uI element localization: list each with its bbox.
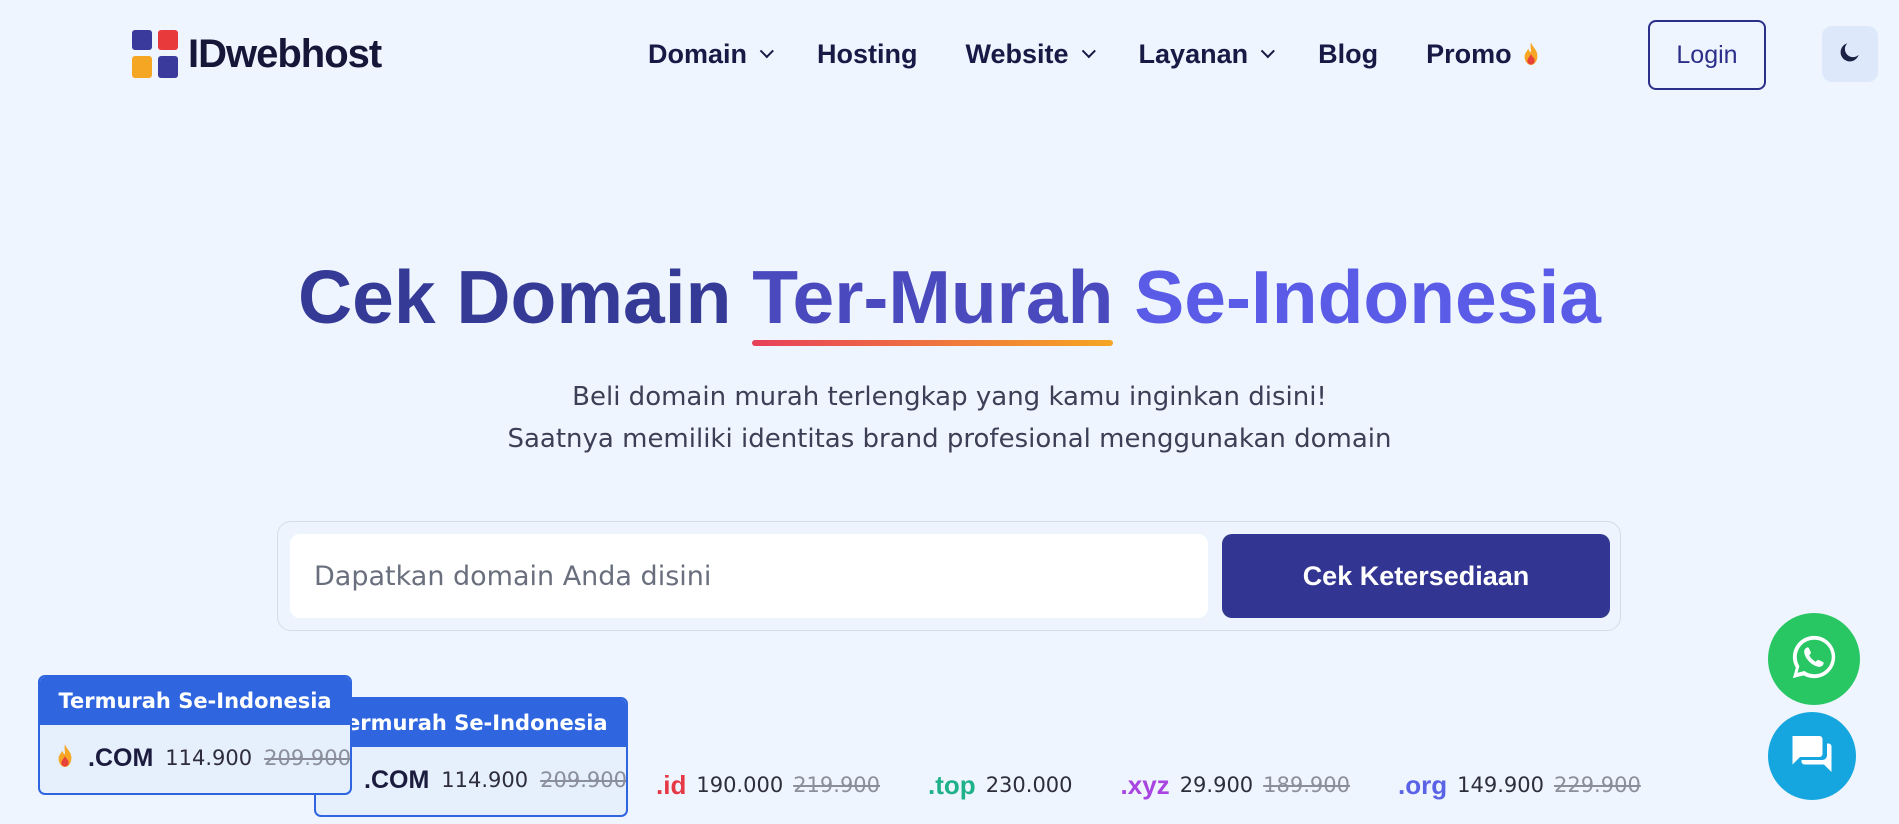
tld-price: 114.900: [165, 746, 253, 770]
tld-item-id[interactable]: .id 190.000 219.900: [656, 770, 880, 801]
promo-badge: Termurah Se-Indonesia: [40, 677, 350, 725]
tld-price: 149.900: [1457, 773, 1544, 797]
tld-price: 114.900: [441, 768, 529, 792]
tld-name: .id: [656, 769, 687, 800]
nav-item-promo[interactable]: Promo: [1426, 39, 1540, 70]
logo-mark-icon: [132, 30, 180, 78]
tld-item-xyz[interactable]: .xyz 29.900 189.900: [1121, 770, 1350, 801]
tld-name: .top: [928, 769, 976, 800]
tld-price: 29.900: [1179, 773, 1254, 797]
main-nav: Domain Hosting Website Layanan Blog Prom…: [648, 34, 1588, 74]
login-button[interactable]: Login: [1648, 20, 1766, 90]
brand-name: IDwebhost: [188, 31, 382, 76]
nav-item-website[interactable]: Website: [965, 38, 1096, 70]
chevron-down-icon: [1081, 44, 1096, 59]
tld-name: .org: [1398, 769, 1448, 800]
tld-old-price: 229.900: [1553, 773, 1641, 797]
nav-item-label: Promo: [1426, 38, 1512, 69]
tld-price-list: .id 190.000 219.900 .top 230.000 .xyz 29…: [656, 767, 1689, 803]
tld-name: .xyz: [1120, 769, 1170, 800]
hero-title-highlight: Ter-Murah: [752, 255, 1114, 346]
nav-item-label: Layanan: [1138, 38, 1249, 69]
nav-item-label: Domain: [648, 38, 748, 69]
nav-item-label: Blog: [1318, 38, 1379, 69]
hero-subtitle-line2: Saatnya memiliki identitas brand profesi…: [507, 424, 1392, 454]
hero-subtitle-line1: Beli domain murah terlengkap yang kamu i…: [572, 382, 1327, 412]
promo-card-body: .COM 114.900 209.900: [316, 747, 626, 813]
promo-card[interactable]: Termurah Se-Indonesia .COM 114.900 209.9…: [38, 675, 352, 795]
tld-item-top[interactable]: .top 230.000: [928, 770, 1073, 801]
moon-icon: [1837, 39, 1863, 70]
whatsapp-icon: [1788, 631, 1840, 688]
chat-bubble-icon: [1788, 731, 1836, 782]
tld-name: .COM: [364, 765, 430, 794]
chevron-down-icon: [759, 44, 774, 59]
hero-title-part3: Se-Indonesia: [1134, 255, 1602, 339]
promo-card[interactable]: Termurah Se-Indonesia .COM 114.900 209.9…: [314, 697, 628, 817]
hero-title-part1: Cek Domain: [297, 255, 732, 339]
tld-old-price: 209.900: [540, 768, 627, 792]
fire-icon: [1520, 41, 1540, 67]
chevron-down-icon: [1260, 44, 1275, 59]
fire-icon: [54, 743, 76, 774]
tld-price: 190.000: [696, 773, 784, 797]
tld-old-price: 209.900: [264, 746, 351, 770]
live-chat-button[interactable]: [1768, 712, 1856, 800]
tld-item-org[interactable]: .org 149.900 229.900: [1398, 770, 1641, 801]
nav-item-hosting[interactable]: Hosting: [817, 39, 918, 70]
promo-card-body: .COM 114.900 209.900: [40, 725, 350, 791]
nav-item-blog[interactable]: Blog: [1318, 39, 1378, 70]
nav-item-label: Website: [965, 38, 1069, 69]
domain-search-form: Cek Ketersediaan: [277, 521, 1621, 631]
domain-search-input[interactable]: [290, 534, 1208, 618]
nav-item-label: Hosting: [817, 38, 918, 69]
tld-old-price: 219.900: [793, 773, 881, 797]
tld-old-price: 189.900: [1263, 773, 1351, 797]
promo-badge: Termurah Se-Indonesia: [316, 699, 626, 747]
nav-item-layanan[interactable]: Layanan: [1138, 38, 1275, 70]
check-availability-button[interactable]: Cek Ketersediaan: [1222, 534, 1610, 618]
hero-subtitle: Beli domain murah terlengkap yang kamu i…: [0, 376, 1899, 460]
tld-price: 230.000: [985, 773, 1073, 797]
theme-toggle-button[interactable]: [1822, 26, 1878, 82]
nav-item-domain[interactable]: Domain: [648, 38, 774, 70]
whatsapp-button[interactable]: [1768, 613, 1860, 705]
tld-name: .COM: [88, 743, 154, 772]
page-title: Cek Domain Ter-Murah Se-Indonesia: [0, 254, 1899, 346]
brand-logo[interactable]: IDwebhost: [132, 30, 382, 78]
